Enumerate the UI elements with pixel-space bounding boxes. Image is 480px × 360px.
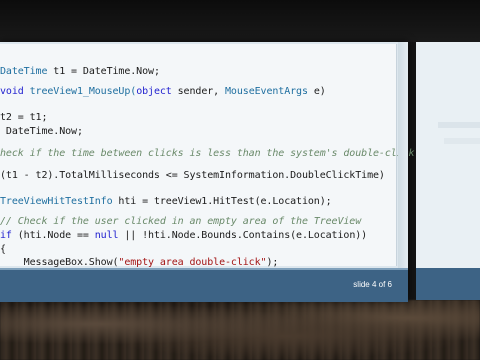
code-token: || !hti.Node.Bounds.Contains(e.Location)… bbox=[124, 230, 368, 241]
code-panel: DateTime t1 = DateTime.Now; void treeView… bbox=[0, 44, 415, 268]
code-token: DateTime.Now; bbox=[0, 126, 83, 137]
code-line: { bbox=[0, 244, 6, 255]
code-token: object bbox=[136, 86, 178, 97]
slide-current: DateTime t1 = DateTime.Now; void treeView… bbox=[0, 42, 415, 302]
code-token: void bbox=[0, 86, 30, 97]
code-line: // Check if the user clicked in an empty… bbox=[0, 216, 361, 227]
slide-number: slide 4 of 6 bbox=[353, 280, 392, 289]
code-token: DateTime t1 = DateTime.Now; bbox=[0, 66, 160, 77]
top-dark-area bbox=[0, 0, 480, 42]
code-token: (t1 - t2).TotalMilliseconds <= SystemInf… bbox=[0, 170, 385, 181]
stone-background bbox=[0, 300, 480, 360]
code-token: MouseEventArgs bbox=[225, 86, 314, 97]
code-token: treeView1_MouseUp( bbox=[29, 86, 137, 97]
code-line: t2 = t1; bbox=[0, 112, 47, 123]
code-token: heck if the time between clicks is less … bbox=[0, 148, 415, 159]
preview-footer bbox=[416, 268, 480, 300]
slide-footer: slide 4 of 6 bbox=[0, 268, 408, 302]
code-token: sender, bbox=[177, 86, 226, 97]
code-token: TreeViewHitTestInfo bbox=[0, 196, 119, 207]
code-token: // Check if the user clicked in an empty… bbox=[0, 216, 362, 227]
code-token: null bbox=[94, 230, 125, 241]
code-token: if bbox=[0, 230, 18, 241]
code-token: MessageBox.Show( bbox=[0, 257, 119, 268]
code-line: (t1 - t2).TotalMilliseconds <= SystemInf… bbox=[0, 170, 385, 181]
code-token: { bbox=[0, 244, 6, 255]
code-line: void treeView1_MouseUp(object sender, Mo… bbox=[0, 86, 326, 97]
code-line: TreeViewHitTestInfo hti = treeView1.HitT… bbox=[0, 196, 332, 207]
code-line: heck if the time between clicks is less … bbox=[0, 148, 415, 159]
code-line: if (hti.Node == null || !hti.Node.Bounds… bbox=[0, 230, 367, 241]
code-token: hti = treeView1.HitTest(e.Location); bbox=[118, 196, 332, 207]
code-token: (hti.Node == bbox=[17, 230, 95, 241]
code-line: MessageBox.Show("empty area double-click… bbox=[0, 257, 279, 268]
code-token: e) bbox=[313, 86, 326, 97]
code-line: DateTime.Now; bbox=[0, 126, 83, 137]
slide-edge bbox=[398, 42, 408, 300]
code-line: DateTime t1 = DateTime.Now; bbox=[0, 66, 160, 77]
code-token: "empty area double-click" bbox=[118, 257, 267, 268]
preview-text-line bbox=[438, 122, 480, 128]
preview-text-line bbox=[444, 138, 480, 144]
code-token: ); bbox=[266, 257, 279, 268]
slide-next-preview[interactable] bbox=[416, 42, 480, 300]
code-token: t2 = t1; bbox=[0, 112, 48, 123]
